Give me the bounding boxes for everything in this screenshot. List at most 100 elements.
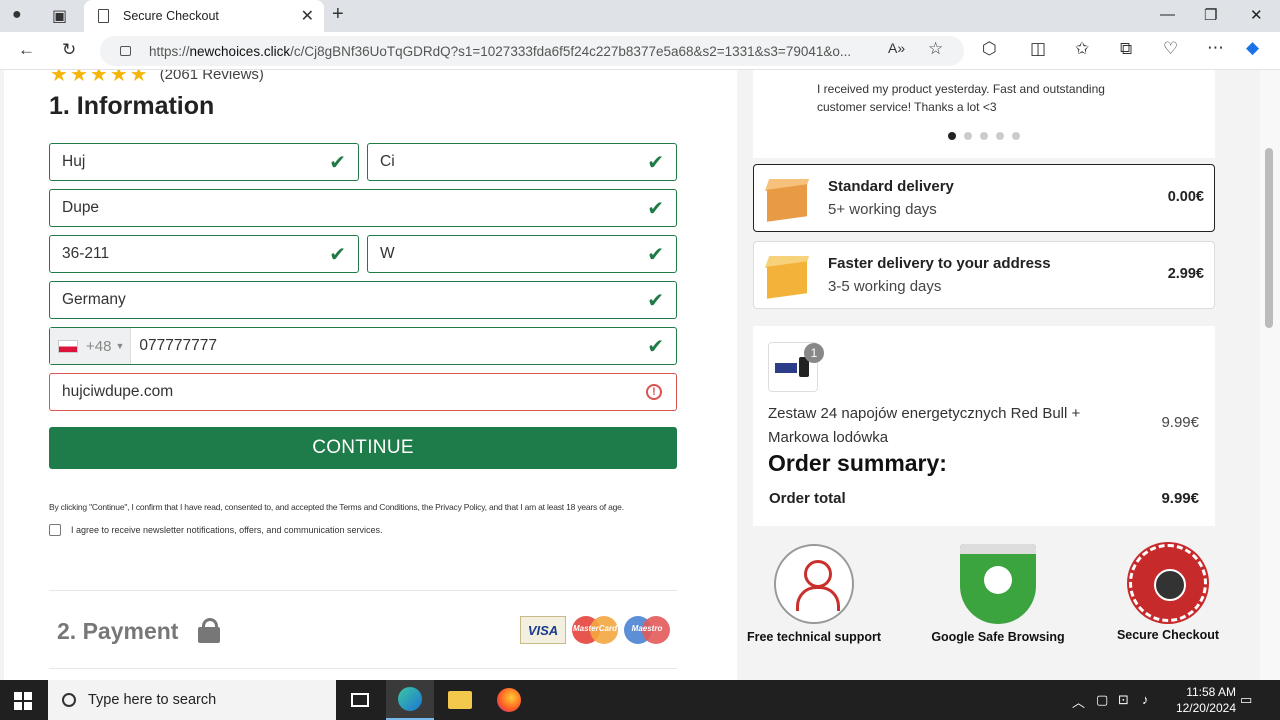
carousel-dot[interactable] — [996, 132, 1004, 140]
continue-button[interactable]: CONTINUE — [49, 427, 677, 469]
trust-google: Google Safe Browsing — [918, 544, 1078, 644]
newsletter-consent: I agree to receive newsletter notificati… — [49, 524, 382, 536]
close-tab-icon[interactable]: ✕ — [301, 6, 314, 26]
card-logos: VISA MasterCard Maestro — [520, 616, 670, 644]
email-field[interactable]: hujciwdupe.com ! — [49, 373, 677, 411]
taskbar-search-placeholder: Type here to search — [88, 692, 217, 708]
clock-time: 11:58 AM — [1186, 685, 1236, 699]
testimonial-card: I received my product yesterday. Fast an… — [753, 70, 1215, 158]
url-path: /c/Cj8gBNf36UoTqGDRdQ?s1=1027333fda6f5f2… — [290, 43, 852, 59]
section-information-title: 1. Information — [49, 92, 215, 120]
carousel-dot[interactable] — [980, 132, 988, 140]
phone-field[interactable]: +48 ▼ 077777777 ✔ — [49, 327, 677, 365]
trust-label: Secure Checkout — [1116, 628, 1220, 642]
star-icon: ★ — [69, 70, 88, 86]
windows-taskbar: Type here to search ︿ ▢ ⊡ ♪ 11:58 AM 12/… — [0, 680, 1280, 720]
tray-app-icon[interactable]: ▢ — [1096, 692, 1108, 708]
extensions-icon[interactable]: ⬡ — [982, 39, 997, 59]
page-scrollbar[interactable] — [1260, 70, 1280, 680]
browser-essentials-icon[interactable]: ♡ — [1163, 39, 1178, 59]
maestro-icon: Maestro — [624, 616, 670, 644]
phone-prefix: +48 — [86, 337, 112, 355]
minimize-icon[interactable]: — — [1160, 6, 1175, 23]
carousel-dot[interactable] — [948, 132, 956, 140]
file-explorer-taskbar-button[interactable] — [436, 680, 484, 720]
copilot-icon[interactable]: ◆ — [1246, 38, 1259, 58]
poland-flag-icon — [58, 339, 78, 353]
quantity-badge: 1 — [804, 343, 824, 363]
divider — [49, 590, 677, 591]
volume-icon[interactable]: ♪ — [1142, 692, 1149, 707]
city-field[interactable]: W ✔ — [367, 235, 677, 273]
country-field[interactable]: Germany ✔ — [49, 281, 677, 319]
notifications-icon[interactable]: ▭ — [1240, 692, 1252, 708]
order-summary-card: 1 Zestaw 24 napojów energetycznych Red B… — [753, 326, 1215, 526]
new-tab-icon[interactable]: + — [332, 3, 344, 26]
carousel-dot[interactable] — [964, 132, 972, 140]
trust-label: Free technical support — [746, 630, 882, 644]
last-name-field[interactable]: Ci ✔ — [367, 143, 677, 181]
system-clock[interactable]: 11:58 AM 12/20/2024 — [1176, 684, 1236, 716]
delivery-name: Faster delivery to your address — [828, 255, 1051, 272]
error-icon: ! — [646, 384, 662, 400]
zip-field[interactable]: 36-211 ✔ — [49, 235, 359, 273]
task-view-button[interactable] — [336, 680, 384, 720]
order-panel: I received my product yesterday. Fast an… — [738, 70, 1260, 680]
check-icon: ✔ — [647, 198, 664, 220]
delivery-option-faster[interactable]: Faster delivery to your address 3-5 work… — [753, 241, 1215, 309]
delivery-time: 5+ working days — [828, 201, 937, 218]
section-payment-title[interactable]: 2. Payment — [57, 617, 221, 645]
phone-value: 077777777 — [139, 337, 217, 354]
tab-actions-icon[interactable]: ▣ — [52, 6, 67, 26]
city-value: W — [380, 245, 395, 262]
email-value: hujciwdupe.com — [62, 383, 174, 400]
check-icon: ✔ — [647, 244, 664, 266]
page-icon — [98, 9, 109, 23]
tray-chevron-icon[interactable]: ︿ — [1072, 692, 1085, 711]
read-aloud-icon[interactable]: A» — [888, 40, 905, 56]
divider — [49, 668, 677, 669]
product-price: 9.99€ — [1161, 414, 1199, 431]
address-bar[interactable]: https://newchoices.click/c/Cj8gBNf36UoTq… — [100, 36, 964, 66]
legal-notice: By clicking "Continue", I confirm that I… — [49, 502, 624, 512]
firefox-icon — [497, 688, 521, 712]
profile-icon[interactable]: ● — [12, 6, 22, 24]
carousel-dot[interactable] — [1012, 132, 1020, 140]
browser-tab-bar: ● ▣ Secure Checkout ✕ + — ❐ ✕ — [0, 0, 1280, 32]
newsletter-checkbox[interactable] — [49, 524, 61, 536]
collections-icon[interactable]: ⧉ — [1120, 39, 1132, 59]
google-safe-browsing-icon — [960, 544, 1036, 624]
first-name-field[interactable]: Huj ✔ — [49, 143, 359, 181]
country-code-select[interactable]: +48 ▼ — [50, 328, 132, 364]
search-icon — [62, 693, 76, 707]
scrollbar-thumb[interactable] — [1265, 148, 1273, 328]
taskbar-search[interactable]: Type here to search — [48, 680, 336, 720]
network-icon[interactable]: ⊡ — [1118, 692, 1129, 708]
order-total-value: 9.99€ — [1161, 490, 1199, 507]
address-field[interactable]: Dupe ✔ — [49, 189, 677, 227]
refresh-icon[interactable]: ↻ — [62, 40, 76, 60]
browser-toolbar: ← ↻ https://newchoices.click/c/Cj8gBNf36… — [0, 32, 1280, 70]
star-icon: ★ — [109, 70, 128, 86]
delivery-price: 2.99€ — [1167, 266, 1204, 282]
maximize-icon[interactable]: ❐ — [1204, 6, 1217, 24]
close-window-icon[interactable]: ✕ — [1250, 6, 1263, 24]
delivery-option-standard[interactable]: Standard delivery 5+ working days 0.00€ — [753, 164, 1215, 232]
firefox-taskbar-button[interactable] — [485, 680, 533, 720]
first-name-value: Huj — [62, 153, 86, 170]
delivery-price: 0.00€ — [1167, 189, 1204, 205]
favorite-star-icon[interactable]: ☆ — [928, 39, 943, 59]
split-screen-icon[interactable]: ◫ — [1030, 39, 1046, 59]
windows-start-icon[interactable] — [14, 692, 32, 710]
order-total-label: Order total — [769, 490, 846, 507]
tab-secure-checkout[interactable]: Secure Checkout ✕ — [84, 0, 324, 32]
order-summary-title: Order summary: — [768, 450, 947, 476]
edge-taskbar-button[interactable] — [386, 680, 434, 720]
more-menu-icon[interactable]: ⋯ — [1207, 38, 1224, 58]
url-prefix: https:// — [149, 43, 190, 59]
back-icon[interactable]: ← — [18, 40, 35, 60]
support-agent-icon — [774, 544, 854, 624]
checkout-form-panel: ★ ★ ★ ★ ★ (2061 Reviews) 1. Information … — [4, 70, 737, 680]
lock-icon — [120, 46, 131, 56]
favorites-icon[interactable]: ✩ — [1075, 39, 1089, 59]
